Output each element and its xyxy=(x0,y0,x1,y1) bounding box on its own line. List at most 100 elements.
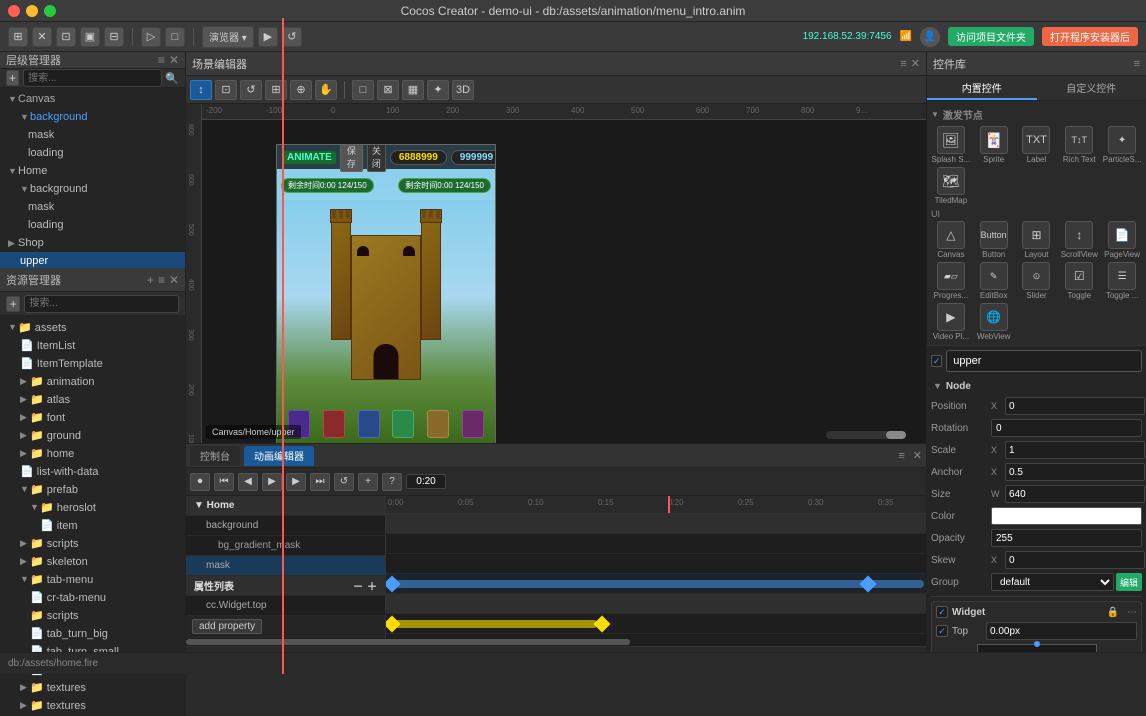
track-cc-widget[interactable]: cc.Widget.top xyxy=(186,596,385,616)
widget-particles[interactable]: ✦ ParticleS... xyxy=(1102,126,1142,164)
widget-splash[interactable]: 🖼 Splash S... xyxy=(931,126,971,164)
handle-top[interactable] xyxy=(1034,641,1040,647)
playhead[interactable] xyxy=(668,496,670,513)
anim-record-btn[interactable]: ⏺ xyxy=(190,473,210,491)
tool-rect2[interactable]: □ xyxy=(352,80,374,100)
widget-layout[interactable]: ⊞ Layout xyxy=(1017,221,1057,259)
scrollbar-thumb-h[interactable] xyxy=(886,431,906,439)
node-enabled-checkbox[interactable]: ✓ xyxy=(931,355,942,367)
track-home[interactable]: ▼ Home xyxy=(186,496,385,516)
tool-move[interactable]: ↕ xyxy=(190,80,212,100)
widget-richtext[interactable]: T↕T Rich Text xyxy=(1059,126,1099,164)
scene-menu-icon[interactable]: ≡ xyxy=(900,58,906,70)
widget-videopla[interactable]: ▶ Video Pl... xyxy=(931,303,971,341)
position-x-input[interactable] xyxy=(1005,397,1145,415)
hier-home[interactable]: ▼ Home xyxy=(0,162,185,180)
asset-skeleton[interactable]: ▶ 📁 skeleton xyxy=(0,552,185,570)
scale-x-input[interactable] xyxy=(1005,441,1145,459)
node-name-input[interactable] xyxy=(946,350,1142,372)
toolbar-icon-3[interactable]: ⊡ xyxy=(56,27,76,47)
widget-toggle[interactable]: ☑ Toggle xyxy=(1059,262,1099,300)
scene-close-icon[interactable]: ✕ xyxy=(911,57,920,70)
widget-progress[interactable]: ▰▱ Progres... xyxy=(931,262,971,300)
hier-shop[interactable]: ▶ Shop xyxy=(0,234,185,252)
asset-tool-add[interactable]: + xyxy=(147,273,154,287)
toolbar-icon-6[interactable]: ▷ xyxy=(141,27,161,47)
asset-textures[interactable]: ▶ 📁 textures xyxy=(0,678,185,696)
keyframe-mask-end[interactable] xyxy=(860,576,877,593)
scrollbar-thumb[interactable] xyxy=(186,639,630,645)
asset-prefab[interactable]: ▼ 📁 prefab xyxy=(0,480,185,498)
mask-bar[interactable] xyxy=(388,580,924,588)
asset-itemlist[interactable]: 📄 ItemList xyxy=(0,336,185,354)
toolbar-icon-5[interactable]: ⊟ xyxy=(104,27,124,47)
widget-more-icon[interactable]: ⋯ xyxy=(1127,607,1137,618)
anim-help-btn[interactable]: ? xyxy=(382,473,402,491)
tool-rotate[interactable]: ↺ xyxy=(240,80,262,100)
scrollbar-handle-area[interactable] xyxy=(826,431,906,439)
anim-skip-end-btn[interactable]: ⏭ xyxy=(310,473,330,491)
widget-button[interactable]: Button Button xyxy=(974,221,1014,259)
prop-plus[interactable]: ＋ xyxy=(367,578,377,593)
hierarchy-close[interactable]: ✕ xyxy=(169,53,179,67)
tool-anchor[interactable]: ⊕ xyxy=(290,80,312,100)
play-btn[interactable]: ▶ xyxy=(258,27,278,47)
tab-builtin[interactable]: 内置控件 xyxy=(927,76,1037,100)
tool-3d[interactable]: 3D xyxy=(452,80,474,100)
asset-item[interactable]: 📄 item xyxy=(0,516,185,534)
widget-toggle-cont[interactable]: ☰ Toggle ... xyxy=(1102,262,1142,300)
scene-close-btn[interactable]: 关闭 xyxy=(367,144,386,172)
asset-scripts2[interactable]: 📁 scripts xyxy=(0,606,185,624)
asset-atlas[interactable]: ▶ 📁 atlas xyxy=(0,390,185,408)
group-select[interactable]: default xyxy=(991,573,1114,591)
anchor-x-input[interactable] xyxy=(1005,463,1145,481)
hierarchy-search-input[interactable] xyxy=(23,69,162,87)
anim-close-icon[interactable]: ≡ xyxy=(898,450,904,462)
scene-save-btn[interactable]: 保存 xyxy=(340,144,363,172)
asset-heroslot[interactable]: ▼ 📁 heroslot xyxy=(0,498,185,516)
asset-textures2[interactable]: ▶ 📁 textures xyxy=(0,696,185,714)
hier-loading[interactable]: loading xyxy=(0,144,185,162)
asset-search-input[interactable] xyxy=(24,295,179,313)
anim-loop-btn[interactable]: ↺ xyxy=(334,473,354,491)
skew-x-input[interactable] xyxy=(1005,551,1145,569)
track-bg-gradient[interactable]: bg_gradient_mask xyxy=(186,536,385,556)
asset-scripts[interactable]: ▶ 📁 scripts xyxy=(0,534,185,552)
asset-tabturnbig[interactable]: 📄 tab_turn_big xyxy=(0,624,185,642)
hier-home-mask[interactable]: mask xyxy=(0,198,185,216)
tab-animation[interactable]: 动画编辑器 xyxy=(244,446,314,466)
open-installer-btn[interactable]: 打开程序安装器后 xyxy=(1042,27,1138,46)
tool-grid[interactable]: ▦ xyxy=(402,80,424,100)
toolbar-icon-2[interactable]: ✕ xyxy=(32,27,52,47)
tab-console[interactable]: 控制台 xyxy=(190,446,240,466)
widget-editbox[interactable]: ✎ EditBox xyxy=(974,262,1014,300)
horizontal-scrollbar[interactable] xyxy=(186,638,926,646)
tool-align[interactable]: ⊠ xyxy=(377,80,399,100)
size-w-input[interactable] xyxy=(1005,485,1145,503)
track-background[interactable]: background xyxy=(186,516,385,536)
tab-custom[interactable]: 自定义控件 xyxy=(1037,76,1146,100)
asset-listwithdata[interactable]: 📄 list-with-data xyxy=(0,462,185,480)
hier-home-loading[interactable]: loading xyxy=(0,216,185,234)
keyframe-widget-end[interactable] xyxy=(594,616,611,633)
anim-skip-start-btn[interactable]: ⏮ xyxy=(214,473,234,491)
widget-enabled[interactable]: ✓ xyxy=(936,606,948,618)
widget-tiledmap[interactable]: 🗺 TiledMap xyxy=(931,167,971,205)
tool-rect[interactable]: ⊡ xyxy=(215,80,237,100)
asset-crtabmenu[interactable]: 📄 cr-tab-menu xyxy=(0,588,185,606)
tool-snap[interactable]: ✦ xyxy=(427,80,449,100)
hier-upper[interactable]: upper xyxy=(0,252,185,268)
asset-add-btn[interactable]: + xyxy=(6,296,20,312)
asset-assets[interactable]: ▼ 📁 assets xyxy=(0,318,185,336)
add-property-btn[interactable]: add property xyxy=(192,619,262,634)
hier-mask[interactable]: mask xyxy=(0,126,185,144)
preview-btn[interactable]: 演览器 ▾ xyxy=(202,26,254,48)
keyframe-mask-start[interactable] xyxy=(386,576,400,593)
asset-tool-menu[interactable]: ≡ xyxy=(158,273,165,287)
toolbar-icon-7[interactable]: □ xyxy=(165,27,185,47)
widget-pageview[interactable]: 📄 PageView xyxy=(1102,221,1142,259)
asset-tool-close[interactable]: ✕ xyxy=(169,273,179,287)
widget-lock-icon[interactable]: 🔒 xyxy=(1107,607,1119,618)
tool-hand[interactable]: ✋ xyxy=(315,80,337,100)
asset-home[interactable]: ▶ 📁 home xyxy=(0,444,185,462)
